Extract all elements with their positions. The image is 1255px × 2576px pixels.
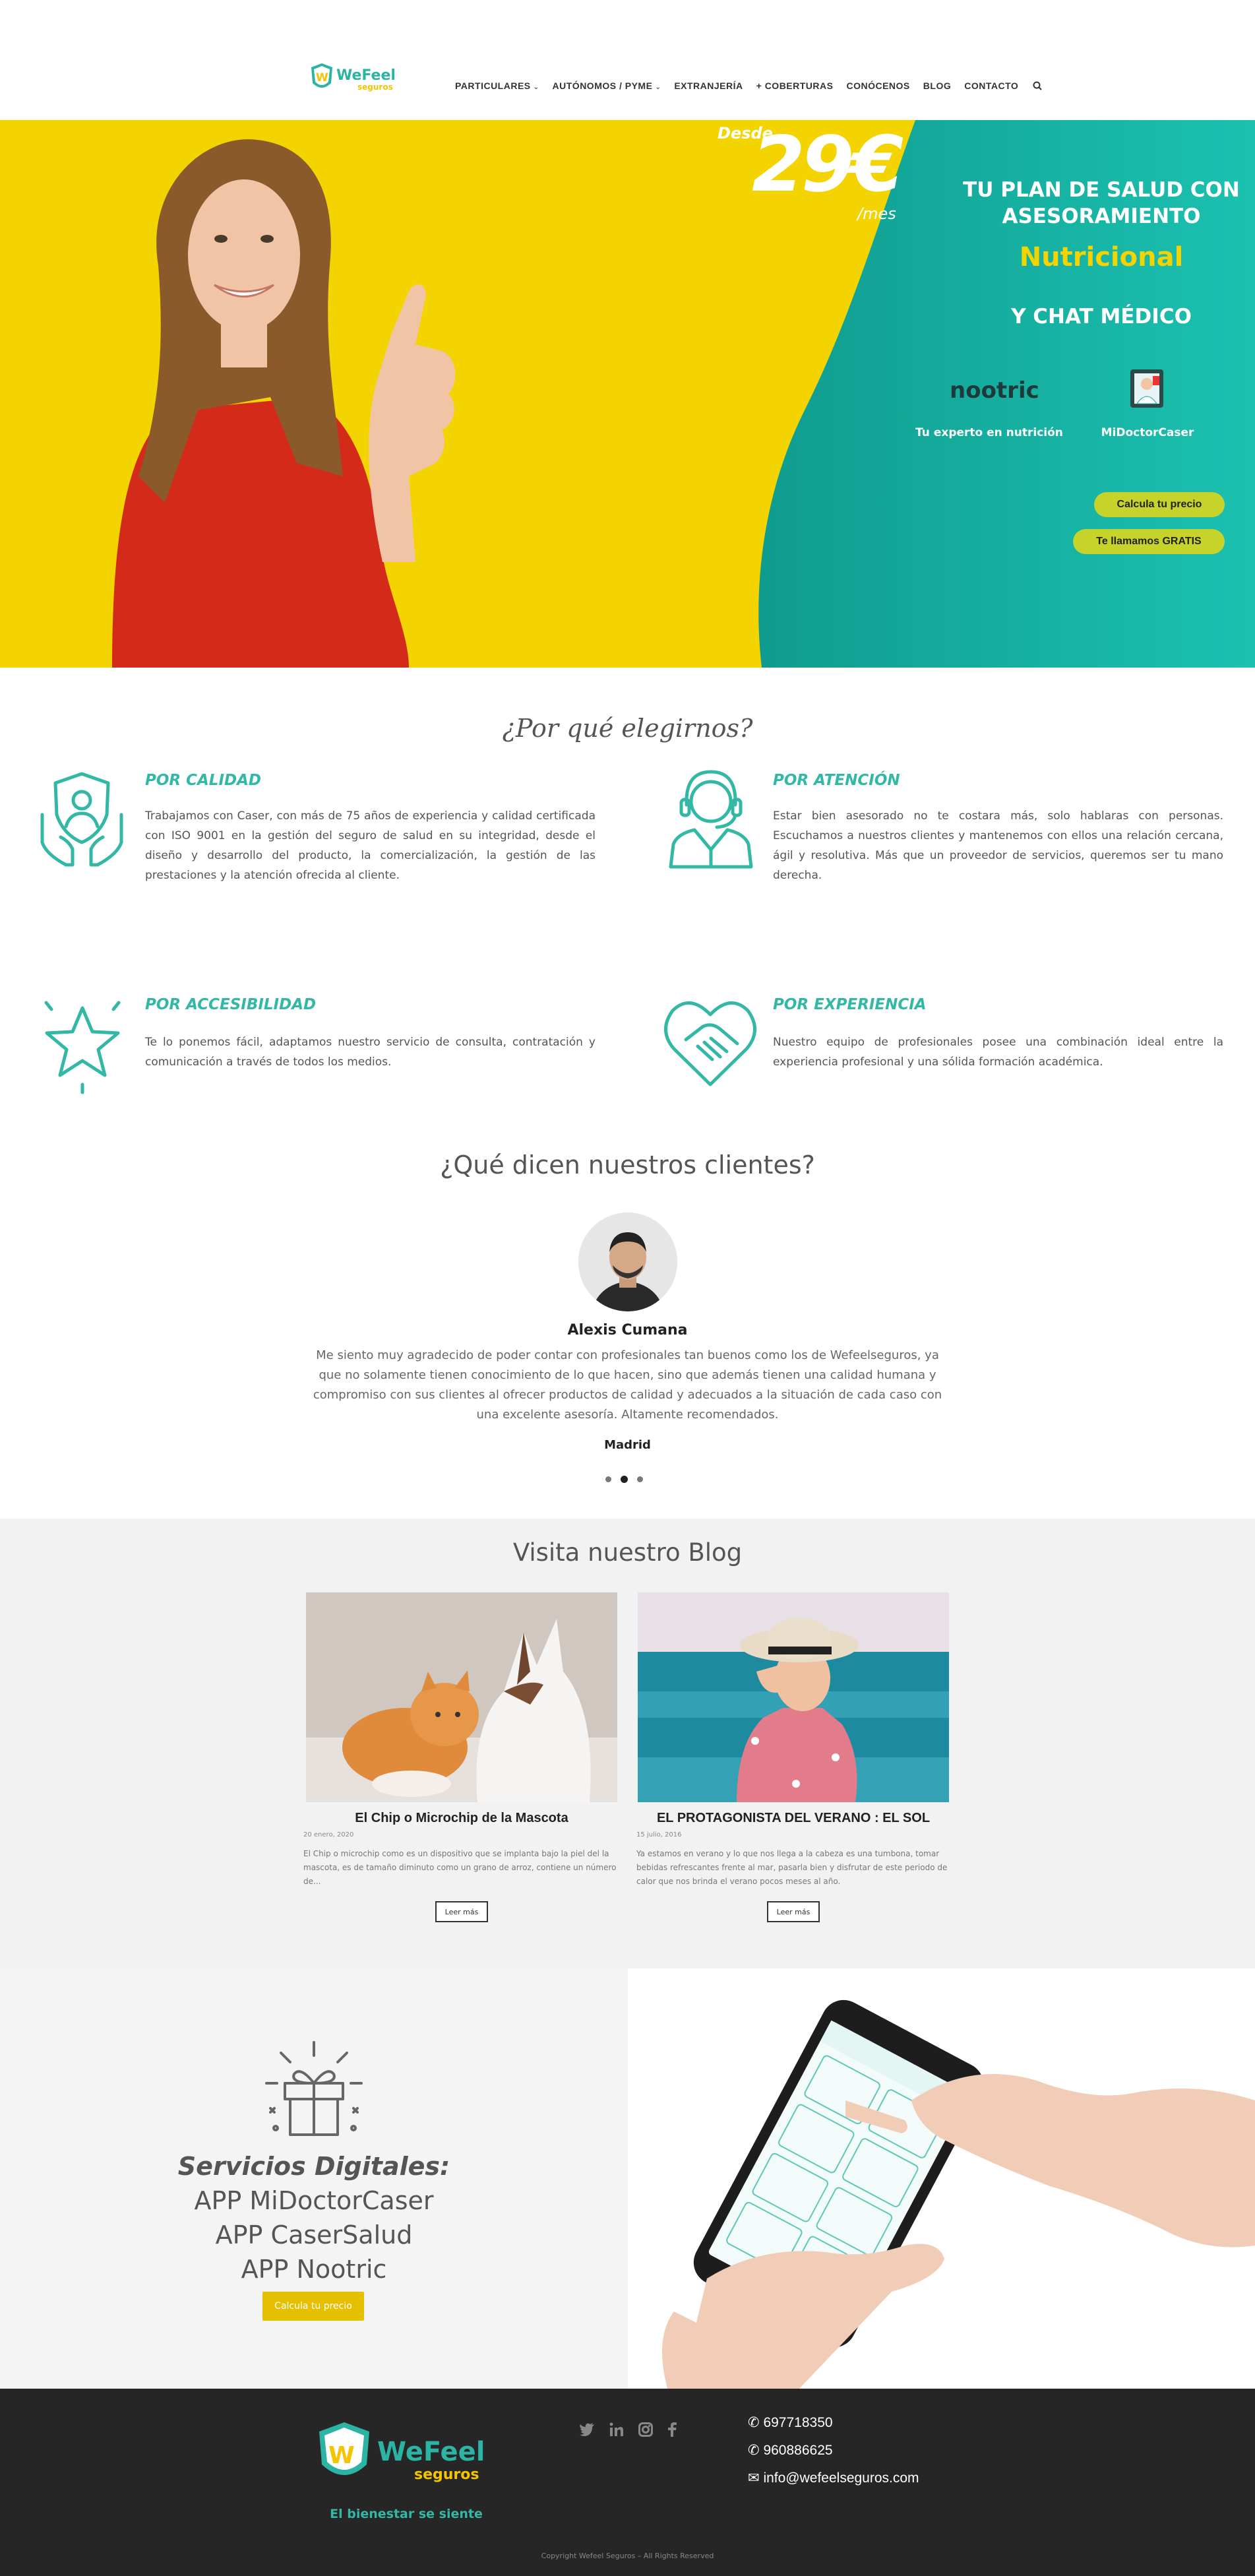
nav-blog[interactable]: BLOG: [923, 80, 951, 91]
call-me-button[interactable]: Te llamamos GRATIS: [1073, 529, 1225, 554]
doctor-caption: MiDoctorCaser: [1101, 426, 1194, 439]
copyright: Copyright Wefeel Seguros – All Rights Re…: [541, 2552, 714, 2560]
main-nav: PARTICULARES ⌄ AUTÓNOMOS / PYME ⌄ EXTRANJE…: [455, 80, 1042, 91]
digital-services-title: Servicios Digitales:: [177, 2152, 450, 2181]
footer-brand-sub: seguros: [414, 2466, 479, 2483]
footer-brand-name: WeFeel: [377, 2437, 485, 2467]
blog-title: Visita nuestro Blog: [512, 1538, 743, 1567]
blog-post-date: 15 julio, 2016: [636, 1831, 682, 1838]
site-footer: [0, 2389, 1255, 2576]
read-more-button[interactable]: Leer más: [767, 1901, 820, 1922]
footer-phone-1[interactable]: ✆ 697718350: [748, 2414, 833, 2431]
feature-text-experience: Nuestro equipo de profesionales posee un…: [773, 1036, 1223, 1069]
blog-post-title[interactable]: EL PROTAGONISTA DEL VERANO : EL SOL: [628, 1811, 958, 1826]
facebook-icon[interactable]: [667, 2422, 677, 2437]
search-icon[interactable]: [1033, 81, 1042, 90]
twitter-icon[interactable]: [579, 2422, 595, 2437]
phone-app-image: [628, 1968, 1255, 2389]
avatar: [578, 1212, 677, 1311]
digital-app-item: APP Nootric: [241, 2255, 387, 2284]
price-unit: /mes: [857, 204, 896, 223]
testimonials-title: ¿Qué dicen nuestros clientes?: [440, 1150, 815, 1179]
shield-hands-icon: [40, 772, 123, 867]
hero-highlight: Nutricional: [1019, 242, 1184, 272]
site-header: W WeFeel seguros PARTICULARES ⌄ AUTÓNOMOS…: [0, 0, 1255, 120]
nav-conocenos[interactable]: CONÓCENOS: [846, 80, 909, 91]
doctor-app-icon: [1130, 369, 1163, 408]
price-amount: 29€: [752, 120, 903, 209]
digital-calculate-button[interactable]: Calcula tu precio: [262, 2292, 364, 2321]
testimonial-city: Madrid: [604, 1438, 651, 1452]
carousel-dot[interactable]: [637, 1476, 643, 1482]
nav-autonomos[interactable]: AUTÓNOMOS / PYME ⌄: [553, 80, 661, 91]
nav-extranjeria[interactable]: EXTRANJERÍA: [674, 80, 743, 91]
brand-sub: seguros: [357, 82, 393, 92]
nootric-logo: nootric: [950, 377, 1039, 404]
carousel-dot[interactable]: [605, 1476, 611, 1482]
feature-title-attention: POR ATENCIÓN: [773, 772, 900, 789]
envelope-icon: ✉: [748, 2470, 764, 2486]
hero-subline: Y CHAT MÉDICO: [1011, 305, 1192, 329]
digital-app-item: APP CaserSalud: [215, 2220, 413, 2249]
star-icon: [44, 1001, 121, 1094]
digital-app-item: APP MiDoctorCaser: [194, 2186, 434, 2215]
footer-email[interactable]: ✉ info@wefeelseguros.com: [748, 2470, 919, 2486]
hero-woman-image: [112, 139, 456, 668]
testimonial-name: Alexis Cumana: [567, 1322, 688, 1338]
chevron-down-icon: ⌄: [655, 84, 661, 91]
hero-banner: Desde 29€ /mes TU PLAN DE SALUD CON ASES…: [0, 120, 1255, 668]
nav-contacto[interactable]: CONTACTO: [964, 80, 1018, 91]
footer-tagline: El bienestar se siente: [330, 2507, 483, 2521]
feature-title-quality: POR CALIDAD: [145, 772, 262, 789]
feature-title-accessibility: POR ACCESIBILIDAD: [145, 996, 317, 1013]
social-links: [579, 2422, 677, 2437]
chevron-down-icon: ⌄: [533, 84, 539, 91]
hero-headline: TU PLAN DE SALUD CON ASESORAMIENTO: [963, 178, 1240, 228]
blog-post-date: 20 enero, 2020: [303, 1831, 354, 1838]
headset-agent-icon: [669, 770, 753, 869]
nav-particulares[interactable]: PARTICULARES ⌄: [455, 80, 539, 91]
read-more-button[interactable]: Leer más: [435, 1901, 488, 1922]
brand-name: WeFeel: [336, 67, 396, 84]
phone-icon: ✆: [748, 2415, 764, 2430]
blog-image-summer[interactable]: [638, 1592, 949, 1802]
feature-text-quality: Trabajamos con Caser, con más de 75 años…: [145, 809, 596, 882]
blog-image-pets[interactable]: [306, 1592, 617, 1802]
brand-logo[interactable]: W WeFeel seguros: [309, 62, 408, 96]
testimonial-text: Me siento muy agradecido de poder contar…: [313, 1348, 942, 1422]
feature-title-experience: POR EXPERIENCIA: [773, 996, 927, 1013]
nav-coberturas[interactable]: + COBERTURAS: [756, 80, 834, 91]
gift-icon: [265, 2041, 363, 2136]
why-title: ¿Por qué elegirnos?: [502, 714, 753, 743]
instagram-icon[interactable]: [638, 2422, 653, 2437]
feature-text-accessibility: Te lo ponemos fácil, adaptamos nuestro s…: [145, 1036, 596, 1069]
linkedin-icon[interactable]: [609, 2422, 624, 2437]
nootric-caption: Tu experto en nutrición: [915, 426, 1063, 439]
svg-text:W: W: [316, 71, 328, 84]
footer-phone-2[interactable]: ✆ 960886625: [748, 2442, 833, 2459]
feature-text-attention: Estar bien asesorado no te costara más, …: [773, 809, 1223, 882]
blog-post-excerpt: El Chip o microchip como es un dispositi…: [303, 1849, 617, 1886]
heart-handshake-icon: [664, 1001, 756, 1086]
phone-icon: ✆: [748, 2443, 764, 2458]
blog-post-title[interactable]: El Chip o Microchip de la Mascota: [297, 1811, 627, 1826]
carousel-dot-active[interactable]: [621, 1476, 628, 1483]
blog-post-excerpt: Ya estamos en verano y lo que nos llega …: [636, 1849, 948, 1886]
footer-logo[interactable]: W WeFeel seguros: [315, 2422, 500, 2495]
svg-text:W: W: [328, 2442, 355, 2469]
blog-section: [0, 1519, 1255, 1968]
calculate-price-button[interactable]: Calcula tu precio: [1094, 492, 1225, 517]
carousel-dots: [605, 1476, 643, 1483]
